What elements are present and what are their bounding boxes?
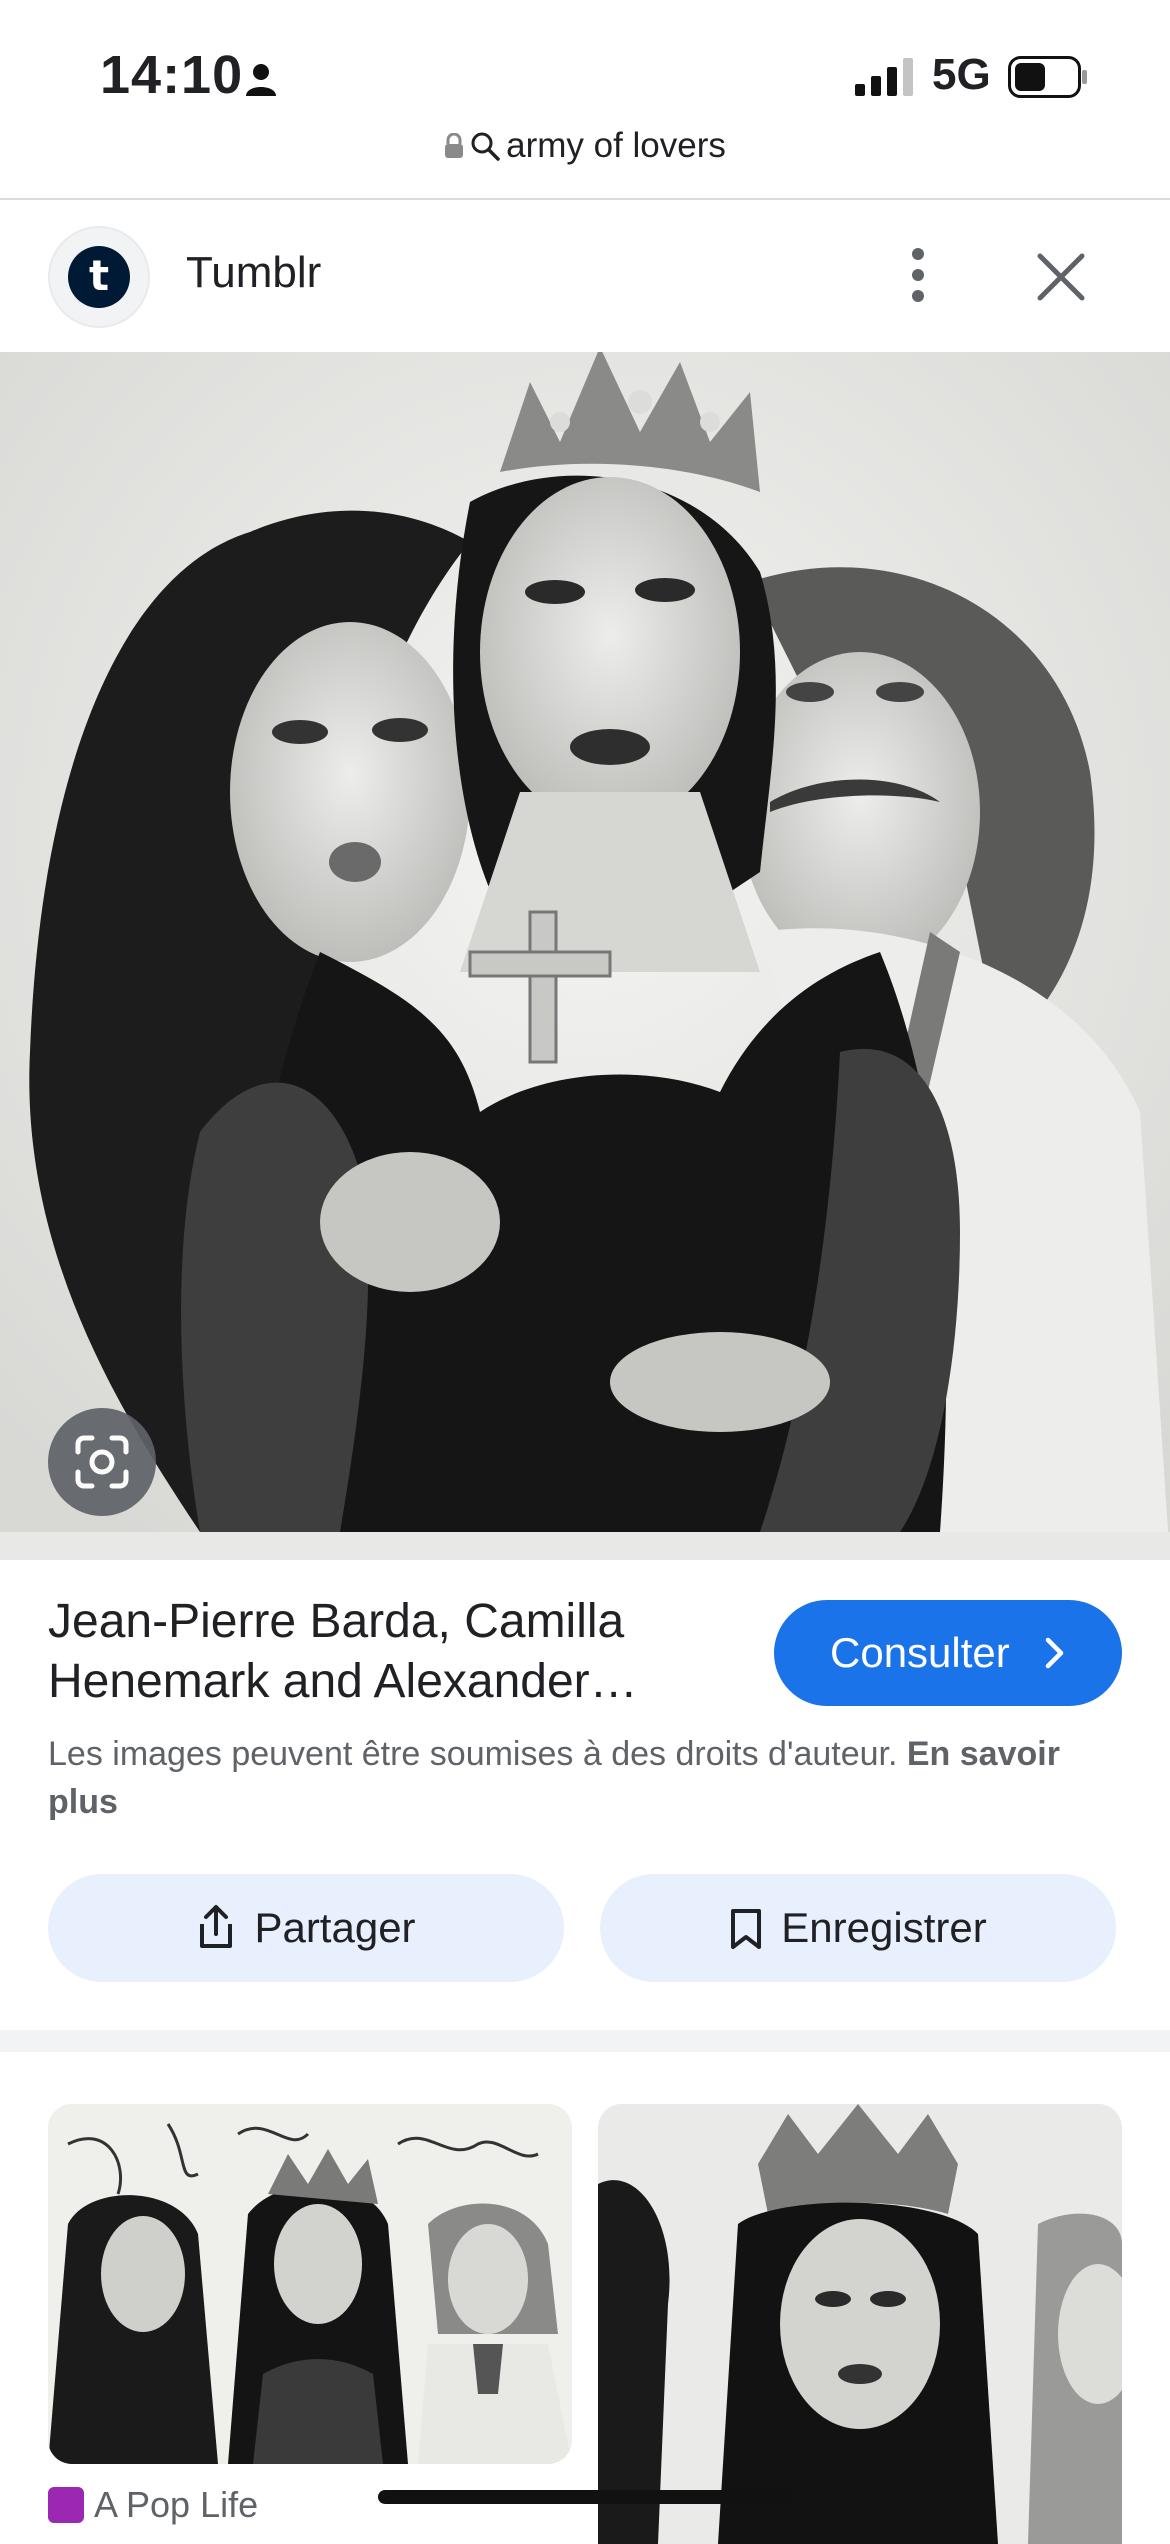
section-divider <box>0 2030 1170 2052</box>
search-query: army of lovers <box>506 126 726 165</box>
share-label: Partager <box>254 1904 416 1951</box>
tumblr-logo-icon: t <box>68 246 130 308</box>
network-type: 5G <box>932 50 991 99</box>
lock-icon <box>445 133 464 158</box>
source-name[interactable]: Tumblr <box>186 248 321 298</box>
status-time: 14:10 <box>100 45 244 105</box>
search-icon <box>471 132 500 161</box>
battery-icon <box>1008 56 1087 98</box>
related-photo <box>598 2104 1122 2544</box>
close-icon[interactable] <box>1030 246 1092 308</box>
more-vert-icon[interactable] <box>890 240 946 310</box>
save-button[interactable]: Enregistrer <box>600 1874 1116 1982</box>
related-image[interactable] <box>598 2104 1122 2544</box>
source-logo[interactable]: t <box>48 226 150 328</box>
signal-icon <box>855 58 913 96</box>
related-source-name: A Pop Life <box>94 2484 259 2525</box>
save-label: Enregistrer <box>781 1904 987 1951</box>
main-image[interactable] <box>0 352 1170 1560</box>
related-photo <box>48 2104 572 2464</box>
chevron-right-icon <box>1045 1637 1064 1669</box>
copyright-text: Les images peuvent être soumises à des d… <box>48 1735 898 1773</box>
address-bar[interactable]: army of lovers <box>0 126 1170 166</box>
lens-button[interactable] <box>48 1408 156 1516</box>
share-icon <box>200 1905 233 1948</box>
copyright-notice: Les images peuvent être soumises à des d… <box>48 1730 1118 1826</box>
apop-life-favicon-icon <box>48 2487 84 2523</box>
bookmark-icon <box>731 1909 762 1949</box>
home-indicator[interactable] <box>378 2490 792 2504</box>
status-bar: 14:10 5G army of lovers <box>0 0 1170 200</box>
share-button[interactable]: Partager <box>48 1874 564 1982</box>
source-header <box>0 202 1170 352</box>
visit-button-label: Consulter <box>830 1629 1010 1676</box>
related-source[interactable]: A Pop Life <box>48 2484 258 2526</box>
result-title[interactable]: Jean-Pierre Barda, Camilla Henemark and … <box>48 1592 708 1712</box>
lens-icon <box>75 1435 129 1489</box>
related-image[interactable] <box>48 2104 572 2464</box>
person-icon <box>246 64 276 96</box>
visit-button[interactable]: Consulter <box>774 1600 1122 1706</box>
main-photo <box>0 352 1170 1560</box>
